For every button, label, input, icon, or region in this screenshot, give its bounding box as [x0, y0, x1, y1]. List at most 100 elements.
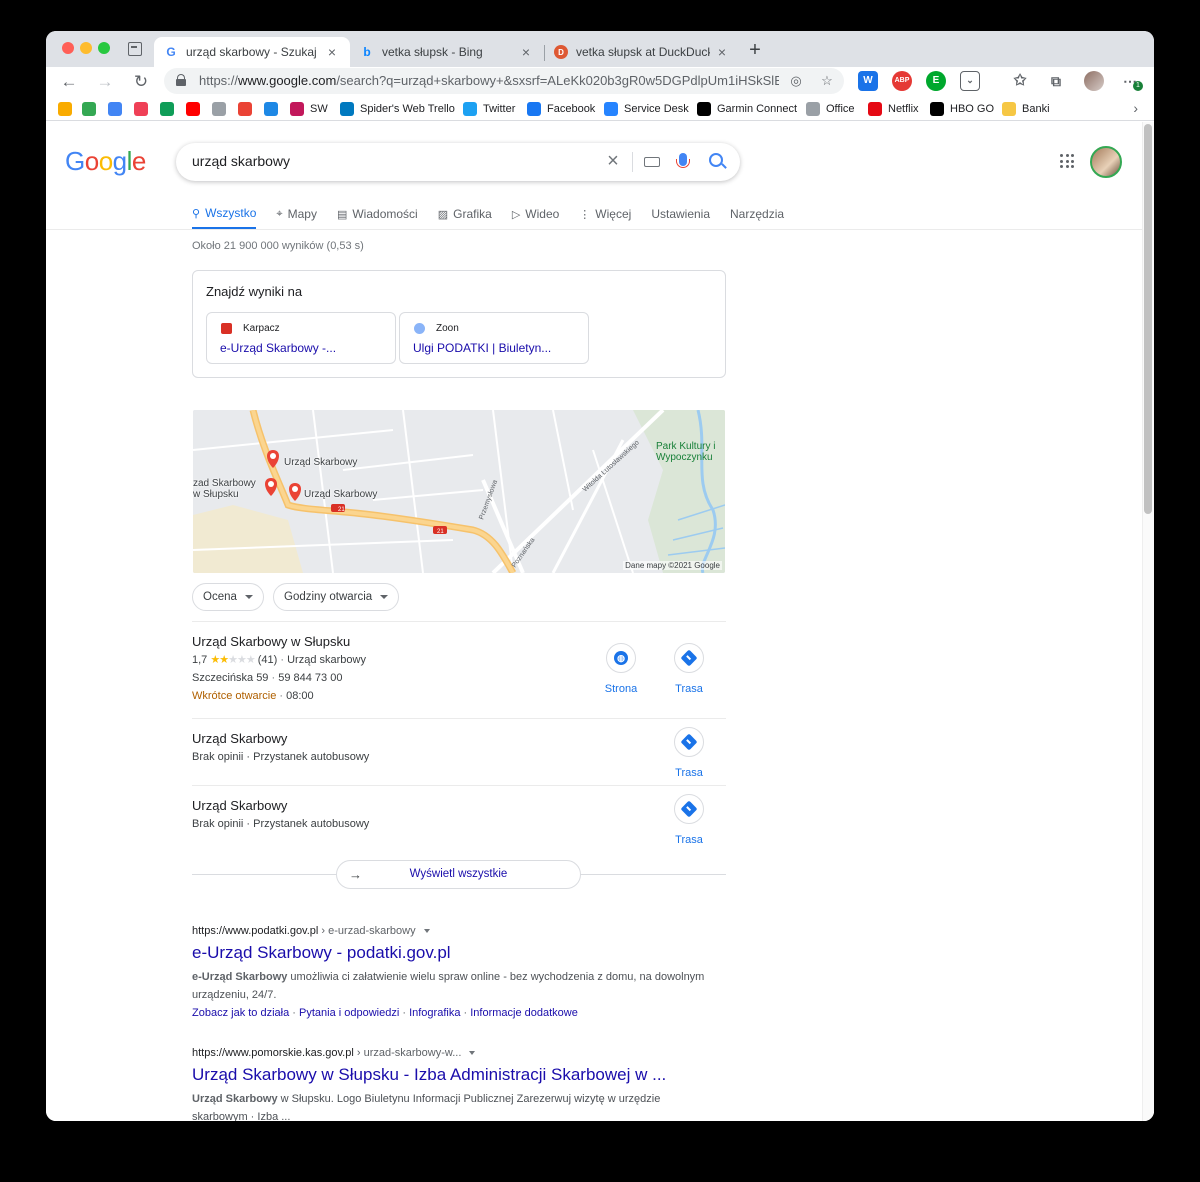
- bookmark-item[interactable]: [134, 100, 148, 118]
- extension-icon[interactable]: W: [858, 71, 878, 91]
- local-result-2[interactable]: Urząd Skarbowy Brak opinii · Przystanek …: [192, 727, 726, 779]
- result-url[interactable]: https://www.podatki.gov.pl › e-urzad-ska…: [192, 923, 712, 939]
- bookmark-item[interactable]: [82, 100, 96, 118]
- bookmark-item[interactable]: Garmin Connect: [697, 100, 797, 118]
- source-card-karpacz[interactable]: Karpacz e-Urząd Skarbowy -...: [206, 312, 396, 364]
- close-tab-icon[interactable]: ×: [324, 44, 340, 60]
- bookmark-item[interactable]: Facebook: [527, 100, 595, 118]
- bookmark-item[interactable]: HBO GO: [930, 100, 994, 118]
- back-arrow-icon[interactable]: ←: [58, 71, 80, 93]
- bookmark-item[interactable]: [108, 100, 122, 118]
- result-menu-caret-icon[interactable]: [423, 929, 430, 934]
- close-tab-icon[interactable]: ×: [518, 44, 534, 60]
- bookmark-item[interactable]: [212, 100, 226, 118]
- google-apps-icon[interactable]: [1060, 154, 1074, 168]
- bookmark-favicon-icon: [290, 102, 304, 116]
- result-stats: Około 21 900 000 wyników (0,53 s): [192, 240, 364, 252]
- forward-arrow-icon[interactable]: →: [94, 71, 116, 93]
- place-name[interactable]: Urząd Skarbowy: [192, 730, 726, 748]
- new-tab-button[interactable]: +: [745, 39, 765, 62]
- local-result-3[interactable]: Urząd Skarbowy Brak opinii · Przystanek …: [192, 794, 726, 846]
- bookmark-item[interactable]: [238, 100, 252, 118]
- favorites-icon[interactable]: ✩: [1010, 71, 1030, 91]
- bookmark-favicon-icon: [108, 102, 122, 116]
- account-avatar[interactable]: [1090, 146, 1122, 178]
- address-bar[interactable]: https://www.google.com/search?q=urząd+sk…: [164, 68, 844, 94]
- scrollbar-track[interactable]: [1142, 122, 1154, 1121]
- sitelink[interactable]: Infografika: [409, 1007, 460, 1019]
- bookmark-item[interactable]: Netflix: [868, 100, 919, 118]
- local-map[interactable]: 21 21 Przemysłowa Witolda Lutosławskiego…: [193, 410, 725, 573]
- bookmark-item[interactable]: Twitter: [463, 100, 515, 118]
- local-result-1[interactable]: Urząd Skarbowy w Słupsku 1,7 ★★★★★ (41) …: [192, 633, 726, 705]
- bookmark-item[interactable]: [186, 100, 200, 118]
- url-text[interactable]: https://www.google.com/search?q=urząd+sk…: [199, 73, 779, 88]
- collections-icon[interactable]: ⧉: [1046, 71, 1066, 91]
- tab-grafika[interactable]: ▨ Grafika: [438, 203, 492, 225]
- tab-duckduckgo[interactable]: D vetka słupsk at DuckDuckGo ×: [544, 37, 740, 67]
- tab-bing[interactable]: b vetka słupsk - Bing ×: [350, 37, 544, 67]
- reload-icon[interactable]: ↻: [130, 71, 152, 93]
- sitelink[interactable]: Informacje dodatkowe: [470, 1007, 578, 1019]
- tab-wideo[interactable]: ▷ Wideo: [512, 203, 559, 225]
- sitelink[interactable]: Zobacz jak to działa: [192, 1007, 289, 1019]
- bookmark-item[interactable]: Office: [806, 100, 855, 118]
- place-name[interactable]: Urząd Skarbowy: [192, 797, 726, 815]
- directions-button[interactable]: Trasa: [659, 794, 719, 846]
- adblock-icon[interactable]: ABP: [892, 71, 912, 91]
- bookmark-star-icon[interactable]: ☆: [818, 72, 836, 90]
- source-link[interactable]: e-Urząd Skarbowy -...: [220, 341, 336, 355]
- source-card-zoon[interactable]: Zoon Ulgi PODATKI | Biuletyn...: [399, 312, 589, 364]
- maximize-window-button[interactable]: [98, 42, 110, 54]
- pocket-icon[interactable]: ⌄: [960, 71, 980, 91]
- lock-icon[interactable]: [176, 74, 186, 86]
- profile-avatar[interactable]: [1084, 71, 1104, 91]
- minimize-window-button[interactable]: [80, 42, 92, 54]
- tab-wiadomości[interactable]: ▤ Wiadomości: [337, 203, 418, 225]
- result-title-link[interactable]: Urząd Skarbowy w Słupsku - Izba Administ…: [192, 1063, 712, 1087]
- more-bookmarks-chevron-icon[interactable]: ›: [1133, 100, 1138, 116]
- close-tab-icon[interactable]: ×: [714, 44, 730, 60]
- tab-title: urząd skarbowy - Szukaj w Go: [186, 45, 320, 59]
- tab-mapy[interactable]: ⌖ Mapy: [276, 203, 317, 225]
- search-input[interactable]: [192, 153, 572, 169]
- bookmark-favicon-icon: [238, 102, 252, 116]
- bookmark-item[interactable]: SW: [290, 100, 328, 118]
- map-pin-label: zad Skarbowy w Słupsku: [193, 478, 256, 500]
- tab-actions-icon[interactable]: [128, 42, 142, 56]
- directions-icon: [680, 733, 698, 751]
- tab-narzędzia[interactable]: Narzędzia: [730, 203, 784, 225]
- bookmark-item[interactable]: [264, 100, 278, 118]
- tab-ustawienia[interactable]: Ustawienia: [651, 203, 710, 225]
- clear-icon[interactable]: ×: [602, 151, 624, 171]
- bookmark-item[interactable]: Banki: [1002, 100, 1050, 118]
- result-menu-caret-icon[interactable]: [469, 1051, 476, 1056]
- directions-button[interactable]: Trasa: [659, 727, 719, 779]
- bookmark-item[interactable]: [58, 100, 72, 118]
- keyboard-icon[interactable]: [644, 157, 660, 167]
- filter-chip-rating[interactable]: Ocena: [192, 583, 264, 611]
- tracking-icon[interactable]: ◎: [787, 72, 805, 90]
- result-url[interactable]: https://www.pomorskie.kas.gov.pl › urzad…: [192, 1045, 712, 1061]
- result-title-link[interactable]: e-Urząd Skarbowy - podatki.gov.pl: [192, 941, 712, 965]
- scrollbar-thumb[interactable]: [1144, 124, 1152, 514]
- bookmark-item[interactable]: Service Desk: [604, 100, 689, 118]
- source-link[interactable]: Ulgi PODATKI | Biuletyn...: [413, 341, 551, 355]
- website-button[interactable]: ◍ Strona: [591, 643, 651, 695]
- tab-wszystko[interactable]: ⚲ Wszystko: [192, 203, 257, 230]
- tab-więcej[interactable]: ⋮ Więcej: [579, 203, 631, 225]
- bing-favicon-icon: b: [363, 45, 371, 59]
- microphone-icon[interactable]: [676, 153, 690, 168]
- search-icon[interactable]: [709, 153, 723, 167]
- sitelink[interactable]: Pytania i odpowiedzi: [299, 1007, 399, 1019]
- show-all-button[interactable]: → Wyświetl wszystkie: [336, 860, 581, 889]
- directions-button[interactable]: Trasa: [659, 643, 719, 695]
- filter-chip-hours[interactable]: Godziny otwarcia: [273, 583, 400, 611]
- evernote-icon[interactable]: E: [926, 71, 946, 91]
- bookmark-item[interactable]: [160, 100, 174, 118]
- tab-google[interactable]: G urząd skarbowy - Szukaj w Go ×: [154, 37, 350, 67]
- map-tiles: 21 21 Przemysłowa Witolda Lutosławskiego…: [193, 410, 725, 573]
- bookmark-item[interactable]: Spider's Web Trello: [340, 100, 455, 118]
- google-logo[interactable]: Google: [65, 146, 146, 177]
- close-window-button[interactable]: [62, 42, 74, 54]
